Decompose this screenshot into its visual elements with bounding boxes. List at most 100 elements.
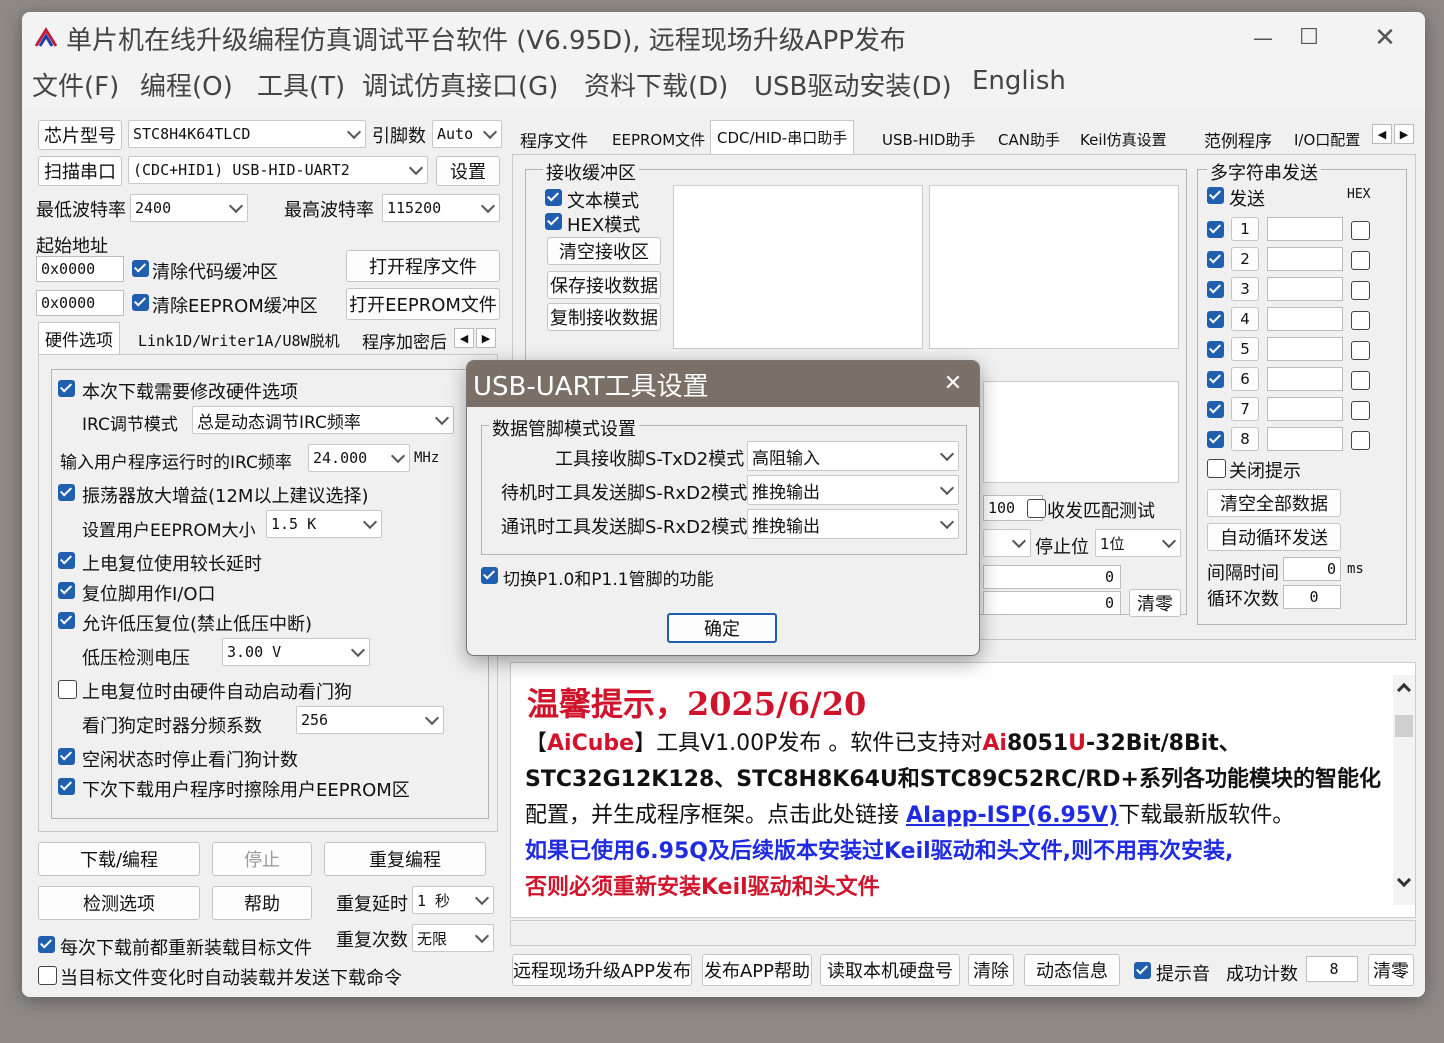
scroll-up-icon[interactable] — [1396, 682, 1412, 698]
dynamic-info-button[interactable]: 动态信息 — [1024, 954, 1120, 986]
min-baud-select[interactable]: 2400 — [130, 194, 248, 222]
send-row-button[interactable]: 1 — [1231, 217, 1259, 241]
hex-mode-checkbox[interactable] — [545, 213, 562, 230]
modify-hw-checkbox[interactable] — [58, 380, 75, 397]
send-row-button[interactable]: 5 — [1231, 337, 1259, 361]
send-row-checkbox[interactable] — [1207, 371, 1224, 388]
tab-keil-sim[interactable]: Keil仿真设置 — [1074, 124, 1173, 154]
tip-scrollbar[interactable] — [1393, 675, 1415, 905]
tab-io-config[interactable]: I/O口配置 — [1288, 124, 1368, 154]
menu-downloads[interactable]: 资料下载(D) — [584, 66, 728, 103]
copy-receive-button[interactable]: 复制接收数据 — [547, 303, 661, 331]
comm-tx-mode-select[interactable]: 推挽输出 — [747, 509, 959, 539]
open-program-button[interactable]: 打开程序文件 — [346, 250, 500, 282]
eeprom-size-select[interactable]: 1.5 K — [266, 510, 382, 538]
lvd-reset-checkbox[interactable] — [58, 612, 75, 629]
clear-button[interactable]: 清除 — [968, 954, 1014, 986]
scroll-down-icon[interactable] — [1396, 872, 1412, 888]
send-row-checkbox[interactable] — [1207, 221, 1224, 238]
right-tab-scroll-left-icon[interactable]: ◀ — [1372, 124, 1392, 144]
menu-program[interactable]: 编程(O) — [140, 66, 233, 103]
idle-stop-wdt-checkbox[interactable] — [58, 748, 75, 765]
dialog-close-icon[interactable]: ✕ — [935, 367, 971, 401]
max-baud-select[interactable]: 115200 — [382, 194, 500, 222]
idle-tx-mode-select[interactable]: 推挽输出 — [747, 475, 959, 505]
send-row-input[interactable] — [1267, 247, 1343, 271]
interval-input[interactable]: 0 — [1283, 557, 1341, 581]
menu-usb-driver[interactable]: USB驱动安装(D) — [754, 66, 952, 103]
menu-tools[interactable]: 工具(T) — [257, 66, 345, 103]
send-row-checkbox[interactable] — [1207, 311, 1224, 328]
send-row-checkbox[interactable] — [1207, 251, 1224, 268]
send-row-hex-checkbox[interactable] — [1351, 251, 1370, 270]
menu-debug[interactable]: 调试仿真接口(G) — [362, 66, 558, 103]
tab-program-encrypt[interactable]: 程序加密后 — [356, 326, 453, 354]
send-row-hex-checkbox[interactable] — [1351, 341, 1370, 360]
port-settings-button[interactable]: 设置 — [436, 156, 500, 186]
clear-receive-button[interactable]: 清空接收区 — [547, 237, 661, 265]
send-row-button[interactable]: 3 — [1231, 277, 1259, 301]
clear-counts-button[interactable]: 清零 — [1129, 589, 1181, 617]
stop-button[interactable]: 停止 — [212, 842, 312, 876]
send-row-checkbox[interactable] — [1207, 341, 1224, 358]
tip-download-link[interactable]: AIapp-ISP(6.95V) — [906, 803, 1118, 828]
pins-select[interactable]: Auto — [432, 120, 502, 148]
repeat-delay-select[interactable]: 1 秒 — [412, 886, 494, 914]
reset-count-button[interactable]: 清零 — [1368, 954, 1414, 986]
minimize-button[interactable]: — — [1240, 20, 1286, 56]
send-row-hex-checkbox[interactable] — [1351, 221, 1370, 240]
parity-select[interactable] — [983, 529, 1031, 557]
tab-serial-assistant[interactable]: CDC/HID-串口助手 — [710, 120, 855, 154]
maximize-button[interactable]: ☐ — [1286, 20, 1332, 56]
switch-pins-checkbox[interactable] — [481, 567, 498, 584]
scroll-thumb[interactable] — [1395, 715, 1413, 737]
power-reset-delay-checkbox[interactable] — [58, 552, 75, 569]
reload-before-checkbox[interactable] — [38, 936, 55, 953]
eeprom-address-input[interactable]: 0x0000 — [36, 290, 124, 316]
stop-bits-select[interactable]: 1位 — [1095, 529, 1181, 557]
lvd-voltage-select[interactable]: 3.00 V — [222, 638, 370, 666]
close-tip-checkbox[interactable] — [1207, 459, 1226, 478]
send-row-hex-checkbox[interactable] — [1351, 371, 1370, 390]
right-tab-scroll-right-icon[interactable]: ▶ — [1394, 124, 1414, 144]
osc-gain-checkbox[interactable] — [58, 484, 75, 501]
clear-code-checkbox[interactable] — [132, 260, 149, 277]
send-row-input[interactable] — [1267, 277, 1343, 301]
send-row-checkbox[interactable] — [1207, 281, 1224, 298]
send-row-hex-checkbox[interactable] — [1351, 311, 1370, 330]
send-row-input[interactable] — [1267, 337, 1343, 361]
dialog-ok-button[interactable]: 确定 — [667, 613, 777, 643]
tab-can[interactable]: CAN助手 — [992, 124, 1066, 154]
send-row-checkbox[interactable] — [1207, 431, 1224, 448]
chip-model-select[interactable]: STC8H4K64TLCD — [128, 120, 366, 148]
tab-eeprom-file[interactable]: EEPROM文件 — [606, 124, 711, 154]
send-row-hex-checkbox[interactable] — [1351, 281, 1370, 300]
send-row-button[interactable]: 8 — [1231, 427, 1259, 451]
tab-usb-hid[interactable]: USB-HID助手 — [876, 124, 981, 154]
send-row-button[interactable]: 4 — [1231, 307, 1259, 331]
tab-scroll-right-icon[interactable]: ▶ — [476, 328, 496, 348]
tab-hardware-options[interactable]: 硬件选项 — [38, 322, 120, 354]
close-button[interactable]: ✕ — [1362, 20, 1408, 56]
download-program-button[interactable]: 下载/编程 — [38, 842, 200, 876]
code-address-input[interactable]: 0x0000 — [36, 256, 124, 282]
erase-eeprom-checkbox[interactable] — [58, 778, 75, 795]
clear-eeprom-checkbox[interactable] — [132, 294, 149, 311]
loop-count-input[interactable]: 0 — [1283, 585, 1341, 609]
port-select[interactable]: (CDC+HID1) USB-HID-UART2 — [128, 156, 428, 184]
tab-program-file[interactable]: 程序文件 — [514, 124, 594, 154]
prompt-sound-checkbox[interactable] — [1134, 962, 1151, 979]
check-options-button[interactable]: 检测选项 — [38, 886, 200, 920]
read-disk-button[interactable]: 读取本机硬盘号 — [820, 954, 960, 986]
reset-pin-io-checkbox[interactable] — [58, 582, 75, 599]
send-row-input[interactable] — [1267, 427, 1343, 451]
text-mode-checkbox[interactable] — [545, 189, 562, 206]
send-row-input[interactable] — [1267, 397, 1343, 421]
tab-scroll-left-icon[interactable]: ◀ — [454, 328, 474, 348]
clear-all-button[interactable]: 清空全部数据 — [1207, 489, 1341, 517]
publish-help-button[interactable]: 发布APP帮助 — [702, 954, 812, 986]
send-all-checkbox[interactable] — [1207, 187, 1224, 204]
receive-text-area[interactable] — [673, 185, 923, 349]
send-row-hex-checkbox[interactable] — [1351, 431, 1370, 450]
send-row-button[interactable]: 6 — [1231, 367, 1259, 391]
